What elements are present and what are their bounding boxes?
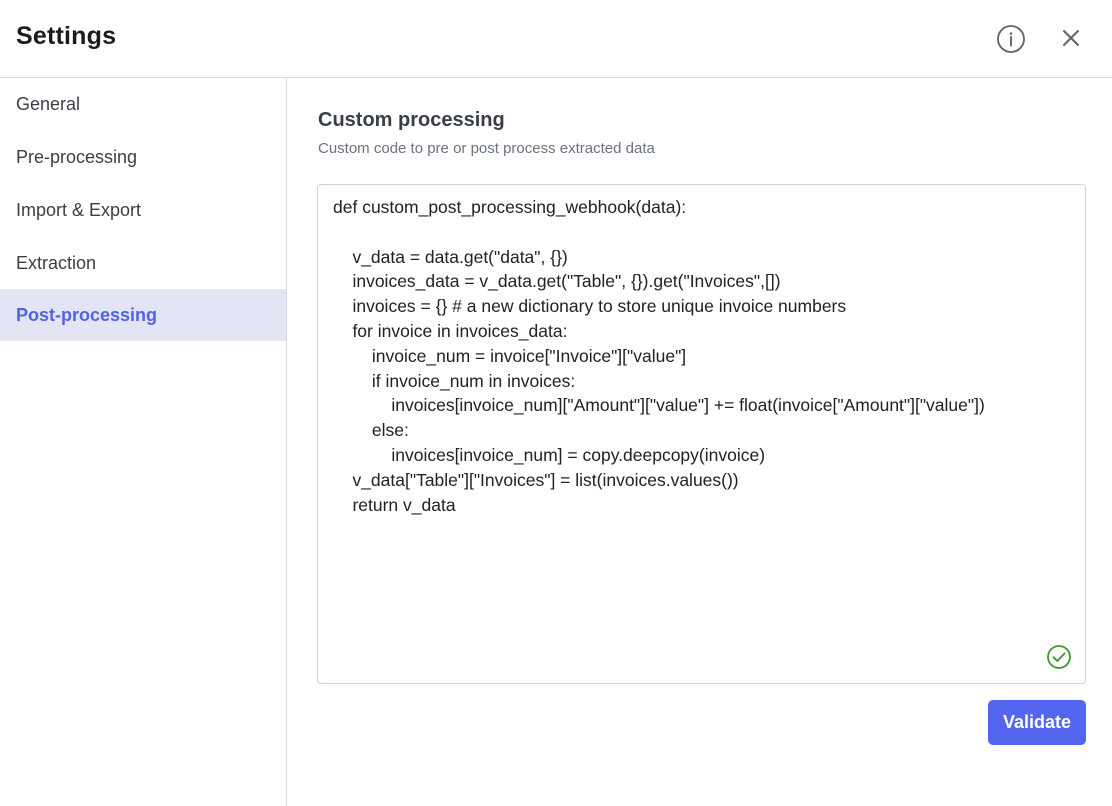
close-button[interactable] — [1056, 23, 1086, 53]
code-content[interactable]: def custom_post_processing_webhook(data)… — [333, 195, 1070, 517]
sidebar-item-import-export[interactable]: Import & Export — [0, 184, 286, 236]
section-title: Custom processing — [318, 109, 505, 131]
check-circle-icon — [1047, 645, 1071, 669]
sidebar-item-label: Import & Export — [16, 199, 142, 220]
info-circle-icon — [997, 25, 1025, 53]
close-icon — [1063, 30, 1079, 46]
sidebar-item-extraction[interactable]: Extraction — [0, 237, 286, 289]
section-description: Custom code to pre or post process extra… — [318, 140, 655, 157]
settings-header: Settings — [0, 0, 1112, 78]
sidebar-item-label: Post-processing — [16, 304, 158, 325]
sidebar-item-label: Pre-processing — [16, 146, 138, 167]
settings-sidebar: General Pre-processing Import & Export E… — [0, 78, 287, 806]
code-editor[interactable]: def custom_post_processing_webhook(data)… — [317, 184, 1086, 684]
sidebar-item-label: Extraction — [16, 252, 97, 273]
sidebar-item-pre-processing[interactable]: Pre-processing — [0, 131, 286, 183]
info-button[interactable] — [995, 23, 1027, 55]
page-title: Settings — [16, 22, 117, 50]
settings-content: Custom processing Custom code to pre or … — [287, 78, 1112, 806]
sidebar-item-label: General — [16, 93, 81, 114]
sidebar-item-general[interactable]: General — [0, 78, 286, 130]
validate-button[interactable]: Validate — [988, 700, 1086, 745]
sidebar-item-post-processing[interactable]: Post-processing — [0, 289, 286, 341]
